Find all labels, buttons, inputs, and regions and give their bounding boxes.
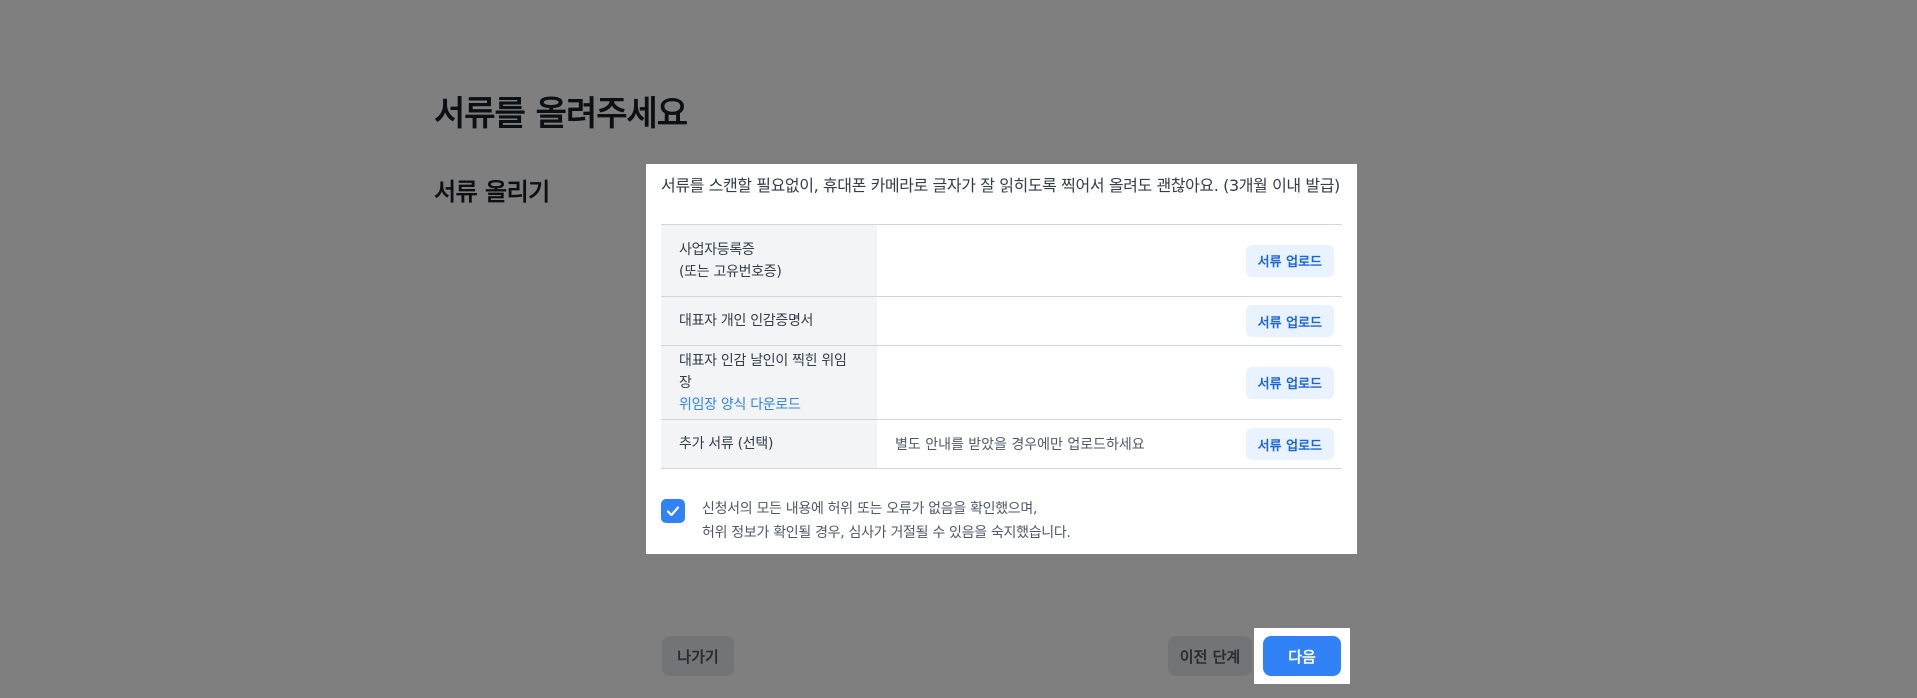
upload-button-seal-certificate[interactable]: 서류 업로드 xyxy=(1245,305,1334,337)
check-icon xyxy=(666,506,680,517)
doc-label: 추가 서류 (선택) xyxy=(661,420,877,468)
agreement-checkbox[interactable] xyxy=(661,499,685,523)
next-button[interactable]: 다음 xyxy=(1263,636,1341,676)
next-button-highlight: 다음 xyxy=(1254,628,1350,684)
doc-label: 대표자 개인 인감증명서 xyxy=(661,297,877,345)
table-row: 대표자 개인 인감증명서 서류 업로드 xyxy=(661,297,1342,346)
doc-note: 별도 안내를 받았을 경우에만 업로드하세요 xyxy=(895,437,1145,453)
doc-label-text: 추가 서류 (선택) xyxy=(679,436,774,452)
upload-button-power-of-attorney[interactable]: 서류 업로드 xyxy=(1245,366,1334,399)
doc-content: 서류 업로드 xyxy=(877,346,1342,419)
upload-notice: 서류를 스캔할 필요없이, 휴대폰 카메라로 글자가 잘 읽히도록 찍어서 올려… xyxy=(661,176,1340,195)
doc-label-text: 대표자 인감 날인이 찍힌 위임장 xyxy=(679,352,847,391)
doc-label-text: 사업자등록증 xyxy=(679,241,755,258)
document-upload-panel: 서류를 스캔할 필요없이, 휴대폰 카메라로 글자가 잘 읽히도록 찍어서 올려… xyxy=(646,164,1357,554)
doc-label: 대표자 인감 날인이 찍힌 위임장 위임장 양식 다운로드 xyxy=(661,346,877,419)
power-of-attorney-download-link[interactable]: 위임장 양식 다운로드 xyxy=(679,394,859,416)
doc-sublabel-text: (또는 고유번호증) xyxy=(679,263,782,280)
table-row: 추가 서류 (선택) 별도 안내를 받았을 경우에만 업로드하세요 서류 업로드 xyxy=(661,420,1342,469)
doc-content: 서류 업로드 xyxy=(877,225,1342,296)
agreement-text: 신청서의 모든 내용에 허위 또는 오류가 없음을 확인했으며, 허위 정보가 … xyxy=(702,497,1071,545)
agreement-line-1: 신청서의 모든 내용에 허위 또는 오류가 없음을 확인했으며, xyxy=(702,501,1038,517)
doc-label: 사업자등록증 (또는 고유번호증) xyxy=(661,225,877,296)
table-row: 대표자 인감 날인이 찍힌 위임장 위임장 양식 다운로드 서류 업로드 xyxy=(661,346,1342,420)
table-row: 사업자등록증 (또는 고유번호증) 서류 업로드 xyxy=(661,225,1342,297)
document-table: 사업자등록증 (또는 고유번호증) 서류 업로드 대표자 개인 인감증명서 서류… xyxy=(661,224,1342,469)
upload-button-additional[interactable]: 서류 업로드 xyxy=(1245,428,1334,460)
doc-content: 별도 안내를 받았을 경우에만 업로드하세요 서류 업로드 xyxy=(877,420,1342,468)
upload-button-business-registration[interactable]: 서류 업로드 xyxy=(1245,244,1334,277)
doc-content: 서류 업로드 xyxy=(877,297,1342,345)
agreement-row: 신청서의 모든 내용에 허위 또는 오류가 없음을 확인했으며, 허위 정보가 … xyxy=(661,499,1342,545)
agreement-line-2: 허위 정보가 확인될 경우, 심사가 거절될 수 있음을 숙지했습니다. xyxy=(702,525,1071,541)
doc-label-text: 대표자 개인 인감증명서 xyxy=(679,313,814,329)
